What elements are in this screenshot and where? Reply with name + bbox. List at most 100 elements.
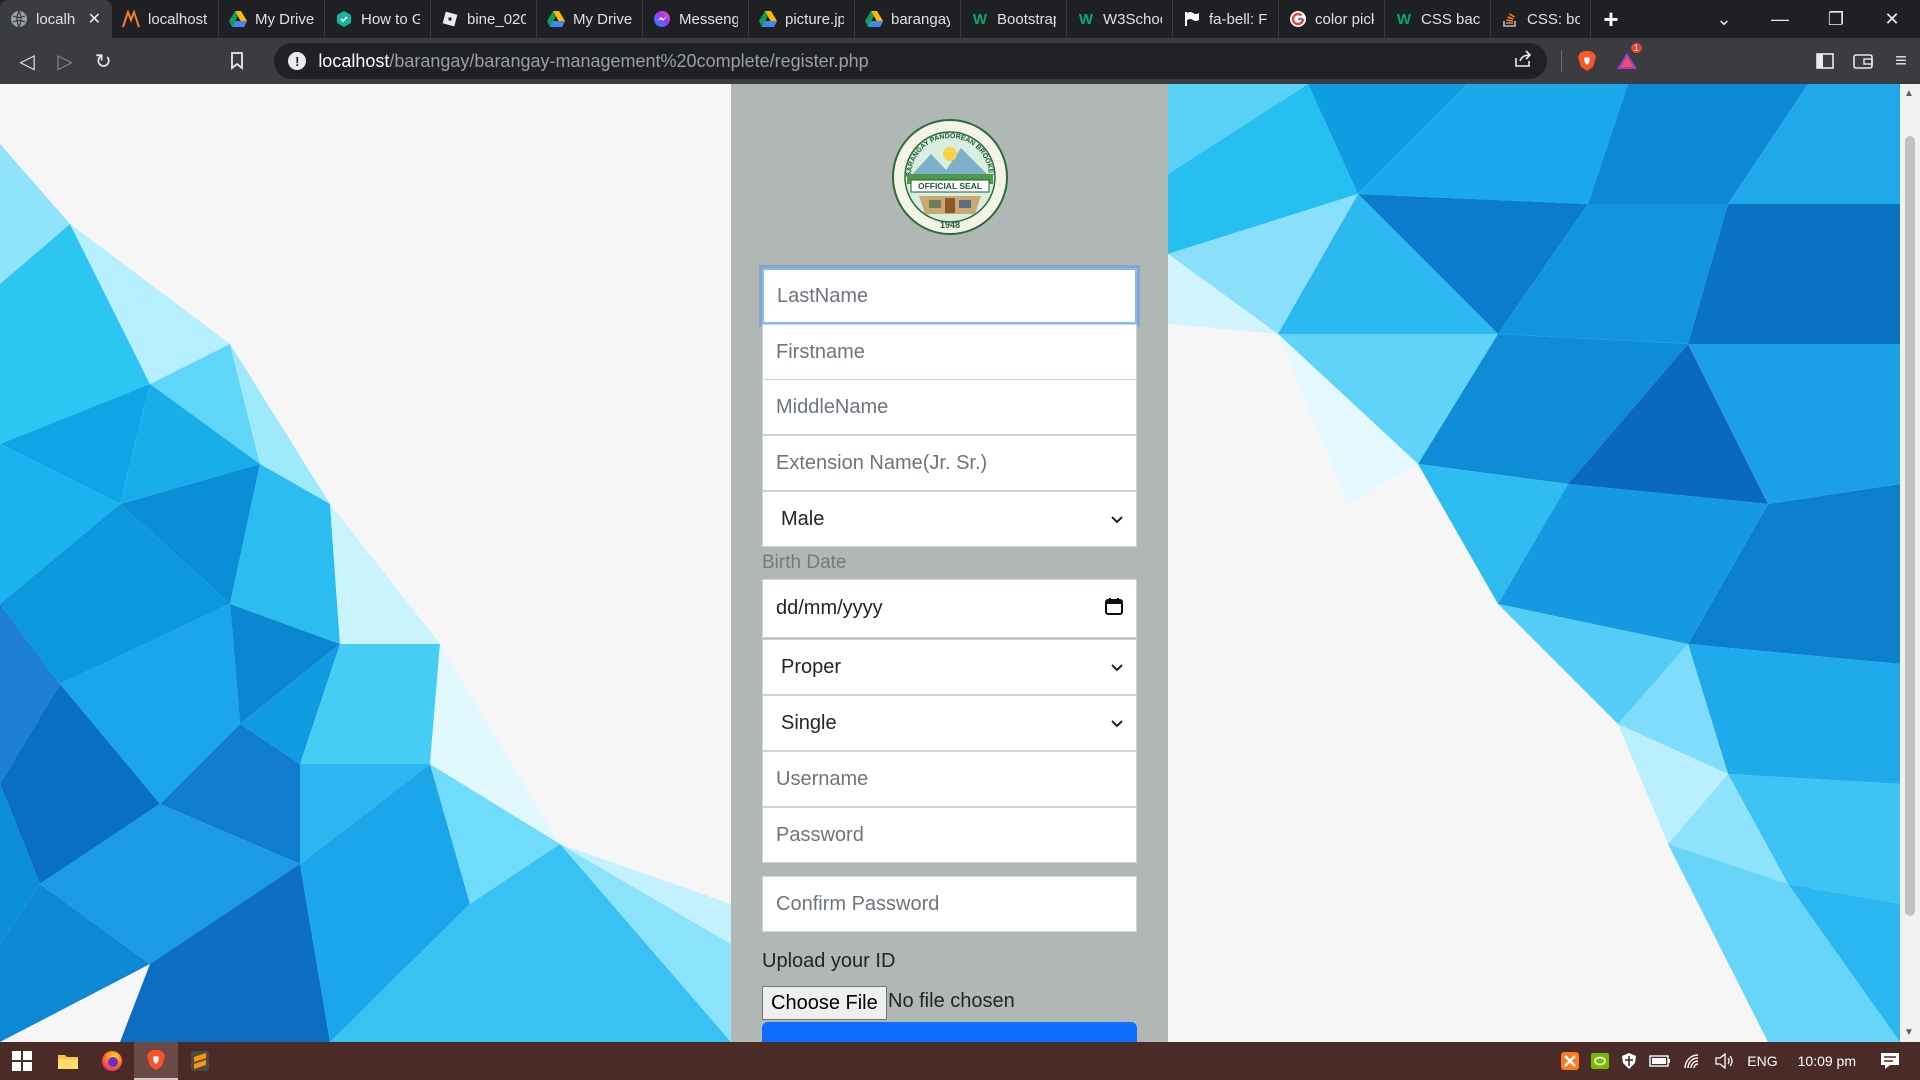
roblox-icon bbox=[441, 10, 459, 28]
tab-color-picker[interactable]: color pick bbox=[1279, 0, 1385, 38]
tab-label: CSS back bbox=[1421, 10, 1480, 28]
brave-browser-taskbar-icon[interactable] bbox=[134, 1042, 178, 1080]
scroll-down-icon[interactable]: ▼ bbox=[1904, 1027, 1914, 1038]
choose-file-button[interactable]: Choose File bbox=[762, 986, 887, 1020]
url-path: /barangay/barangay-management%20complete… bbox=[389, 50, 869, 71]
hexagon-icon bbox=[335, 10, 353, 28]
sublime-text-icon[interactable] bbox=[178, 1042, 222, 1080]
tab-how-to[interactable]: How to G bbox=[325, 0, 431, 38]
browser-toolbar: ◁ ▷ ↻ ! localhost/barangay/barangay-mana… bbox=[0, 38, 1920, 84]
tab-my-drive[interactable]: My Drive bbox=[219, 0, 325, 38]
address-bar[interactable]: ! localhost/barangay/barangay-management… bbox=[274, 43, 1547, 79]
window-controls: ⌄ — ❐ ✕ bbox=[1696, 0, 1920, 38]
messenger-icon bbox=[653, 10, 671, 28]
xampp-icon bbox=[122, 10, 140, 28]
tab-bine[interactable]: bine_020 bbox=[431, 0, 537, 38]
firstname-input[interactable]: Firstname bbox=[762, 324, 1137, 380]
gender-select-value: Male bbox=[781, 507, 825, 530]
close-window-icon[interactable]: ✕ bbox=[1864, 0, 1920, 38]
google-drive-icon bbox=[229, 10, 247, 28]
notification-icon[interactable] bbox=[1880, 1052, 1900, 1070]
chevron-down-icon bbox=[1111, 511, 1123, 527]
firefox-icon[interactable] bbox=[90, 1042, 134, 1080]
birth-date-input[interactable]: dd/mm/yyyy bbox=[762, 579, 1137, 638]
tab-css-border[interactable]: CSS: bor bbox=[1491, 0, 1591, 38]
google-drive-icon bbox=[865, 10, 883, 28]
password-input[interactable]: Password bbox=[762, 807, 1137, 863]
chevron-down-icon bbox=[1111, 659, 1123, 675]
new-tab-button[interactable]: + bbox=[1591, 0, 1631, 38]
gender-select[interactable]: Male bbox=[762, 491, 1137, 547]
forward-icon[interactable]: ▷ bbox=[46, 41, 84, 81]
tab-css-background[interactable]: W CSS back bbox=[1385, 0, 1491, 38]
civil-status-select[interactable]: Single bbox=[762, 695, 1137, 751]
file-explorer-icon[interactable] bbox=[46, 1042, 90, 1080]
scrollbar-thumb[interactable] bbox=[1905, 136, 1915, 916]
birth-date-placeholder: dd/mm/yyyy bbox=[776, 597, 883, 619]
seal-center-text: OFFICIAL SEAL bbox=[918, 181, 982, 191]
tab-label: localh bbox=[36, 10, 76, 28]
tab-label: W3Schoo bbox=[1103, 10, 1162, 28]
wifi-icon[interactable] bbox=[1683, 1053, 1703, 1069]
calendar-icon[interactable] bbox=[1105, 597, 1123, 621]
system-tray: ENG 10:09 pm bbox=[1555, 1052, 1920, 1070]
tab-xampp[interactable]: localhost bbox=[112, 0, 219, 38]
nvidia-tray-icon[interactable] bbox=[1591, 1053, 1610, 1069]
lastname-input[interactable]: LastName bbox=[762, 268, 1137, 324]
minimize-icon[interactable]: — bbox=[1752, 0, 1808, 38]
xampp-tray-icon[interactable] bbox=[1561, 1052, 1580, 1070]
w3schools-icon: W bbox=[1078, 10, 1094, 28]
stackoverflow-icon bbox=[1501, 10, 1519, 28]
chevron-down-icon bbox=[1111, 715, 1123, 731]
reload-icon[interactable]: ↻ bbox=[84, 41, 122, 81]
middlename-input[interactable]: MiddleName bbox=[762, 379, 1137, 435]
rewards-count-badge: 1 bbox=[1630, 43, 1642, 53]
toolbar-divider bbox=[1560, 50, 1562, 72]
tab-label: My Drive bbox=[573, 10, 632, 28]
tab-fa-bell[interactable]: fa-bell: Fo bbox=[1173, 0, 1279, 38]
scroll-up-icon[interactable]: ▲ bbox=[1904, 88, 1914, 99]
civil-status-select-value: Single bbox=[781, 711, 837, 734]
share-icon[interactable] bbox=[1513, 49, 1533, 73]
sidebar-toggle-icon[interactable] bbox=[1806, 41, 1844, 81]
tab-search-chevron-icon[interactable]: ⌄ bbox=[1696, 0, 1752, 38]
info-icon[interactable]: ! bbox=[288, 52, 307, 70]
w3schools-icon: W bbox=[1396, 10, 1412, 28]
brave-shields-icon[interactable] bbox=[1568, 41, 1606, 81]
restore-icon[interactable]: ❐ bbox=[1808, 0, 1864, 38]
tab-label: barangay bbox=[891, 10, 950, 28]
tab-label: My Drive bbox=[255, 10, 314, 28]
taskbar-clock[interactable]: 10:09 pm bbox=[1798, 1053, 1856, 1069]
register-submit-button[interactable] bbox=[762, 1022, 1137, 1042]
volume-icon[interactable] bbox=[1715, 1053, 1735, 1069]
tab-bootstrap[interactable]: W Bootstrap bbox=[961, 0, 1067, 38]
confirm-password-input[interactable]: Confirm Password bbox=[762, 876, 1137, 932]
language-indicator[interactable]: ENG bbox=[1747, 1053, 1777, 1069]
tab-w3schools[interactable]: W W3Schoo bbox=[1067, 0, 1173, 38]
close-icon[interactable]: ✕ bbox=[88, 9, 101, 29]
w3schools-icon: W bbox=[972, 10, 988, 28]
tab-messenger[interactable]: Messeng bbox=[643, 0, 749, 38]
wallet-icon[interactable] bbox=[1844, 41, 1882, 81]
google-drive-icon bbox=[759, 10, 777, 28]
bookmark-icon[interactable] bbox=[218, 41, 256, 81]
flag-icon bbox=[1183, 10, 1201, 28]
page-scrollbar[interactable]: ▲ ▼ bbox=[1900, 84, 1920, 1042]
tab-barangay[interactable]: barangay bbox=[855, 0, 961, 38]
purok-select[interactable]: Proper bbox=[762, 639, 1137, 695]
back-icon[interactable]: ◁ bbox=[8, 41, 46, 81]
tab-label: localhost bbox=[148, 10, 208, 28]
username-input[interactable]: Username bbox=[762, 751, 1137, 807]
extension-name-input[interactable]: Extension Name(Jr. Sr.) bbox=[762, 435, 1137, 491]
tab-localhost-register[interactable]: localh ✕ bbox=[0, 0, 112, 38]
windows-taskbar: ENG 10:09 pm bbox=[0, 1042, 1920, 1080]
menu-icon[interactable]: ≡ bbox=[1882, 41, 1920, 81]
barangay-seal-logo: BARANGAY PANDOREAN BROOKE'S POINT PALAWA… bbox=[891, 118, 1008, 235]
tab-my-drive-2[interactable]: My Drive bbox=[537, 0, 643, 38]
battery-icon[interactable] bbox=[1649, 1055, 1671, 1067]
windows-start-icon[interactable] bbox=[0, 1042, 44, 1080]
security-shield-icon[interactable] bbox=[1621, 1052, 1637, 1070]
brave-rewards-icon[interactable]: 1 bbox=[1608, 41, 1646, 81]
tab-label: picture.jp bbox=[785, 10, 844, 28]
tab-picture[interactable]: picture.jp bbox=[749, 0, 855, 38]
